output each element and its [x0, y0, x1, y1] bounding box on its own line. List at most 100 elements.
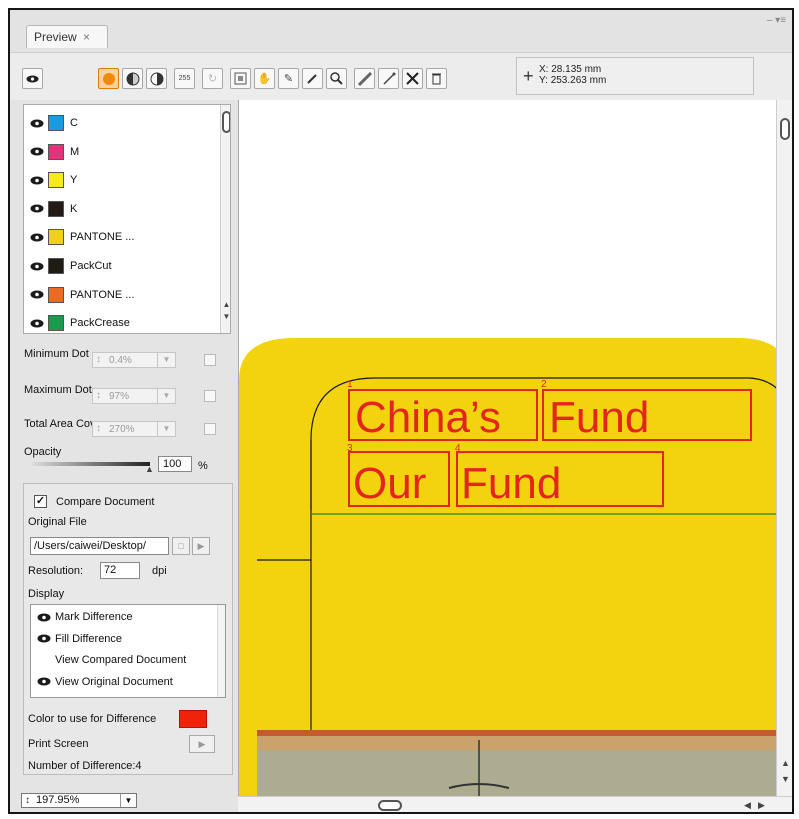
min-dot-label: Minimum Dot [24, 348, 89, 360]
zoom-input[interactable]: 197.95%▼ [21, 793, 137, 808]
separation-label: Y [70, 174, 78, 187]
folder-icon[interactable]: □ [172, 537, 190, 555]
separation-swatch [48, 143, 64, 160]
artwork-text-2b: Fund [461, 459, 561, 508]
separations-scrollbar[interactable]: ▲ ▼ [220, 105, 230, 333]
min-dot-input[interactable]: 0.4%▼ [92, 352, 176, 368]
eye-icon[interactable] [30, 319, 44, 328]
compare-checkbox[interactable]: ✓ [34, 495, 47, 508]
diff-color-swatch[interactable] [179, 710, 207, 728]
hand-icon[interactable]: ✋ [254, 68, 275, 89]
grayscale-icon[interactable] [122, 68, 143, 89]
canvas-hscroll-thumb[interactable] [378, 800, 402, 811]
compare-panel: ✓ Compare Document Original File /Users/… [23, 483, 233, 775]
eye-icon[interactable] [37, 634, 51, 643]
opacity-slider[interactable] [32, 462, 150, 466]
scroll-right-icon[interactable]: ▶ [758, 800, 765, 811]
ruler-icon[interactable] [378, 68, 399, 89]
rotate-icon[interactable]: ↻ [202, 68, 223, 89]
eye-icon[interactable] [30, 119, 44, 128]
separation-row[interactable]: M [24, 138, 216, 166]
display-options-list: Mark Difference Fill Difference View Compa… [30, 604, 226, 698]
resolution-unit: dpi [152, 565, 167, 577]
original-file-path[interactable]: /Users/caiwei/Desktop/ [30, 537, 169, 555]
play-icon[interactable]: ▶ [192, 537, 210, 555]
tab-bar: Preview × – ▾≡ [10, 10, 792, 52]
tac-input[interactable]: 270%▼ [92, 421, 176, 437]
separation-label: PackCut [70, 260, 112, 272]
tac-checkbox[interactable] [204, 423, 216, 435]
opacity-input[interactable]: 100 [158, 456, 192, 472]
trash-icon[interactable] [426, 68, 447, 89]
separation-swatch [48, 258, 64, 274]
min-dot-checkbox[interactable] [204, 354, 216, 366]
tab-preview[interactable]: Preview × [26, 25, 108, 48]
print-screen-button[interactable]: ▶ [189, 735, 215, 753]
separation-row[interactable]: C [24, 109, 216, 137]
display-option[interactable]: View Compared Document [37, 652, 186, 668]
canvas-scroll-thumb[interactable] [780, 118, 790, 140]
canvas-horizontal-scrollbar[interactable]: ◀ ▶ [238, 796, 792, 812]
separation-row[interactable]: PANTONE ... [24, 281, 216, 309]
scroll-down-icon[interactable]: ▼ [781, 774, 790, 784]
separation-row[interactable]: PackCut [24, 252, 216, 280]
diff-marker-4: 4 [455, 443, 461, 454]
eye-icon[interactable] [30, 147, 44, 156]
separation-swatch [48, 200, 64, 217]
preview-canvas[interactable]: 1 2 3 4 China’s Fund Our Fund [238, 100, 792, 796]
separation-row[interactable]: PANTONE ... [24, 223, 216, 251]
scroll-up-icon[interactable]: ▲ [781, 758, 790, 768]
eye-icon[interactable] [30, 262, 44, 271]
eye-icon[interactable] [37, 613, 51, 622]
separation-row[interactable]: K [24, 195, 216, 223]
panel-menu-icon[interactable]: – ▾≡ [767, 16, 786, 26]
canvas-vertical-scrollbar[interactable]: ▲ ▼ [776, 100, 792, 796]
separation-swatch [48, 286, 64, 303]
zoom-icon[interactable] [326, 68, 347, 89]
separations-list: C M Y K PANTONE ... PackCut PANTONE ... PackCre… [23, 104, 231, 334]
separation-swatch [48, 315, 64, 332]
pencil-icon[interactable]: ✎ [278, 68, 299, 89]
scroll-down-icon[interactable]: ▼ [221, 311, 230, 322]
separation-swatch [48, 115, 64, 131]
separation-row[interactable]: PackCrease [24, 309, 216, 333]
color-mode-icon[interactable] [98, 68, 119, 89]
separation-row[interactable]: Y [24, 166, 216, 194]
eye-icon[interactable] [22, 68, 43, 89]
fit-icon[interactable] [230, 68, 251, 89]
scroll-left-icon[interactable]: ◀ [744, 800, 751, 811]
diff-marker-2: 2 [541, 379, 547, 390]
display-option[interactable]: View Original Document [37, 674, 173, 690]
measure-icon[interactable] [354, 68, 375, 89]
diff-marker-1: 1 [347, 379, 353, 390]
close-marks-icon[interactable] [402, 68, 423, 89]
toolbar: 255 ↻ ✋ ✎ + X: 28.135 mm Y: 253.263 mm [10, 52, 792, 100]
display-scrollbar[interactable] [217, 605, 225, 697]
max-dot-checkbox[interactable] [204, 390, 216, 402]
eye-icon[interactable] [30, 233, 44, 242]
contrast-icon[interactable] [146, 68, 167, 89]
display-option[interactable]: Fill Difference [37, 631, 122, 647]
separation-swatch [48, 229, 64, 246]
eyedropper-icon[interactable] [302, 68, 323, 89]
resolution-input[interactable]: 72 [100, 562, 140, 579]
density-icon[interactable]: 255 [174, 68, 195, 89]
display-option[interactable]: Mark Difference [37, 609, 132, 625]
eye-icon[interactable] [30, 290, 44, 299]
display-label: Display [28, 588, 65, 600]
artwork-text-1a: China’s [355, 393, 501, 442]
eye-icon[interactable] [30, 204, 44, 213]
separation-label: PackCrease [70, 317, 130, 330]
separation-label: M [70, 145, 80, 158]
original-file-label: Original File [28, 516, 87, 528]
close-icon[interactable]: × [83, 30, 90, 44]
artwork-text-1b: Fund [549, 393, 649, 442]
slider-thumb-icon[interactable]: ▲ [145, 464, 154, 474]
max-dot-input[interactable]: 97%▼ [92, 388, 176, 404]
scroll-up-icon[interactable]: ▲ [221, 299, 230, 310]
eye-icon[interactable] [30, 176, 44, 185]
eye-icon[interactable] [37, 677, 51, 686]
separation-label: PANTONE ... [70, 231, 135, 244]
scroll-thumb[interactable] [222, 111, 230, 133]
crosshair-icon: + [523, 66, 534, 86]
